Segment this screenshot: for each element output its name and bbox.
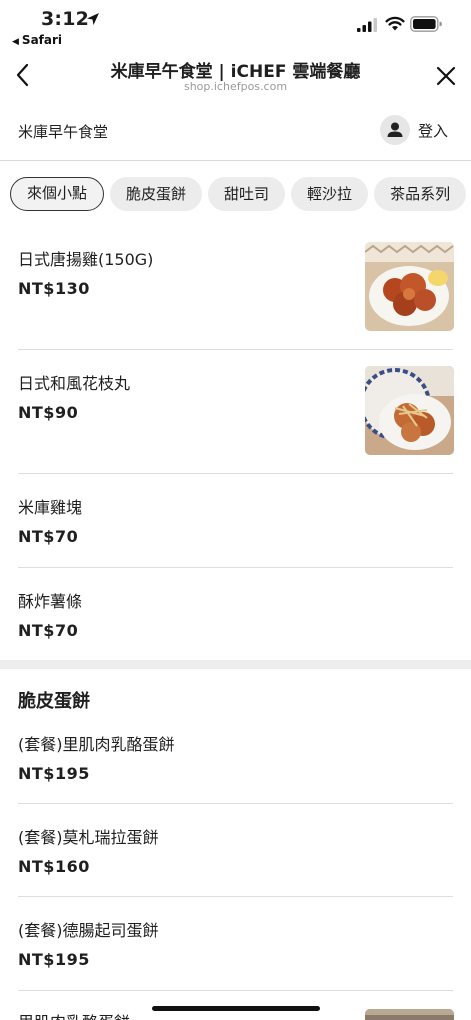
- home-indicator[interactable]: [152, 1006, 320, 1011]
- menu-item[interactable]: 米庫雞塊 NT$70: [0, 474, 471, 568]
- menu-item-name: (套餐)里肌肉乳酪蛋餅: [18, 735, 175, 754]
- menu-item-price: NT$90: [18, 403, 79, 422]
- menu-item[interactable]: (套餐)里肌肉乳酪蛋餅 NT$195: [0, 711, 471, 804]
- cellular-signal-icon: [357, 18, 377, 32]
- battery-icon: [410, 16, 442, 32]
- menu-item-price: NT$130: [18, 279, 90, 298]
- menu-item-price: NT$195: [18, 764, 90, 783]
- tab-category-3[interactable]: 甜吐司: [208, 177, 286, 211]
- menu-item-name: 里肌肉乳酪蛋餅: [18, 1009, 130, 1020]
- store-header: 米庫早午食堂 登入: [0, 100, 471, 161]
- menu-item[interactable]: (套餐)德腸起司蛋餅 NT$195: [0, 897, 471, 991]
- tab-category-5[interactable]: 茶品系列: [374, 177, 467, 211]
- user-avatar[interactable]: [380, 115, 410, 145]
- menu-item-price: NT$195: [18, 950, 90, 969]
- store-name: 米庫早午食堂: [18, 123, 109, 141]
- back-app-label: Safari: [21, 33, 63, 47]
- menu-item-name: 日式唐揚雞(150G): [18, 250, 154, 269]
- menu-item-price: NT$70: [18, 527, 79, 546]
- browser-nav-bar: 米庫早午食堂 | iCHEF 雲端餐廳 shop.ichefpos.com: [0, 52, 471, 100]
- login-link[interactable]: 登入: [418, 120, 448, 141]
- menu-item-name: 酥炸薯條: [18, 592, 83, 611]
- back-to-app-link[interactable]: ◀ Safari: [12, 33, 62, 47]
- menu-item[interactable]: 日式唐揚雞(150G) NT$130: [0, 226, 471, 350]
- close-icon[interactable]: [434, 64, 458, 88]
- back-triangle-icon: ◀: [12, 37, 19, 47]
- menu-item-name: (套餐)德腸起司蛋餅: [18, 921, 159, 940]
- menu-item-name: (套餐)莫札瑞拉蛋餅: [18, 828, 159, 847]
- tab-category-4[interactable]: 輕沙拉: [291, 177, 369, 211]
- section-title: 脆皮蛋餅: [18, 691, 90, 712]
- menu-item-photo: [365, 366, 454, 455]
- page-title: 米庫早午食堂 | iCHEF 雲端餐廳: [110, 62, 361, 82]
- menu-item-name: 日式和風花枝丸: [18, 374, 131, 393]
- menu-item-name: 米庫雞塊: [18, 498, 83, 517]
- tab-category-2[interactable]: 脆皮蛋餅: [110, 177, 203, 211]
- page-url: shop.ichefpos.com: [183, 80, 288, 93]
- category-tabs: 來個小點 脆皮蛋餅 甜吐司 輕沙拉 茶品系列: [10, 177, 471, 217]
- menu-item[interactable]: 酥炸薯條 NT$70: [0, 568, 471, 660]
- menu-item[interactable]: (套餐)莫札瑞拉蛋餅 NT$160: [0, 804, 471, 897]
- location-arrow-icon: [87, 13, 99, 25]
- back-chevron-icon[interactable]: [12, 62, 34, 88]
- menu-item[interactable]: 日式和風花枝丸 NT$90: [0, 350, 471, 474]
- menu-item-photo: [365, 1009, 454, 1020]
- user-icon: [387, 122, 403, 137]
- status-bar: 3:12 ◀ Safari: [0, 0, 471, 52]
- menu-item-price: NT$160: [18, 857, 90, 876]
- section-divider: [0, 660, 471, 669]
- tab-category-1[interactable]: 來個小點: [10, 177, 105, 211]
- status-time: 3:12: [41, 8, 90, 30]
- menu-item-photo: [365, 242, 454, 331]
- menu-item-price: NT$70: [18, 621, 79, 640]
- wifi-icon: [385, 16, 405, 31]
